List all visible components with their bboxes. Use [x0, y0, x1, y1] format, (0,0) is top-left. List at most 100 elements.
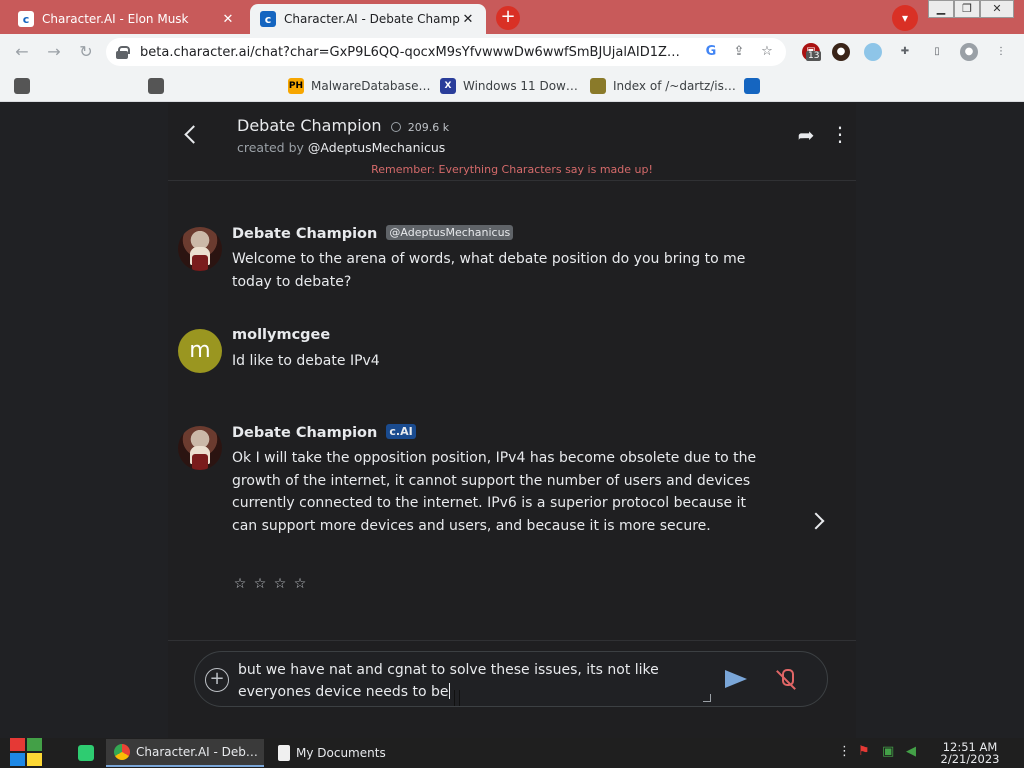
back-arrow-icon[interactable]: ← — [12, 42, 32, 62]
bookmark-label: Index of /~dartz/is… — [613, 79, 736, 93]
tray-menu-icon[interactable]: ⋮ — [838, 744, 851, 759]
message-author: Debate Champion — [232, 226, 378, 242]
message-author: mollymcgee — [232, 327, 331, 343]
more-options-icon[interactable]: ⋮ — [830, 123, 850, 147]
browser-menu-icon[interactable]: ⋮ — [992, 43, 1010, 61]
extension-badge: 13 — [806, 51, 822, 61]
taskbar-item-label: My Documents — [296, 746, 386, 760]
bookmark-6[interactable] — [744, 77, 767, 95]
star-icon[interactable]: ☆ — [232, 576, 248, 592]
message-author-line: Debate Champion c.AI — [232, 424, 416, 441]
creator-link[interactable]: @AdeptusMechanicus — [308, 140, 445, 155]
add-icon[interactable]: + — [205, 668, 229, 692]
bookmark-windows-11[interactable]: X Windows 11 Dow… — [440, 77, 578, 95]
pride-extension-icon[interactable] — [864, 43, 882, 61]
close-tab-icon[interactable]: ✕ — [460, 12, 476, 27]
close-window-button[interactable]: ✕ — [980, 0, 1014, 18]
document-icon — [278, 745, 290, 761]
minimize-button[interactable]: ▁ — [928, 0, 954, 18]
character-ai-favicon-icon: c — [18, 11, 34, 27]
bookmark-1-icon — [14, 78, 30, 94]
message-row: Debate Champion c.AI Ok I will take the … — [178, 424, 778, 601]
x-icon: X — [440, 78, 456, 94]
puzzle-extensions-icon[interactable]: ✚ — [896, 43, 914, 61]
restore-button[interactable]: ❐ — [954, 0, 980, 18]
back-chevron-icon[interactable] — [182, 121, 200, 149]
bookmarks-bar: PH MalwareDatabase… X Windows 11 Dow… In… — [0, 70, 1024, 102]
message-author-line: mollymcgee — [232, 327, 330, 343]
disclaimer-text: Remember: Everything Characters say is m… — [371, 163, 653, 176]
network-icon[interactable]: ▣ — [882, 744, 894, 759]
character-name: Debate Champion — [237, 116, 382, 135]
chat-count: 209.6 k — [407, 121, 450, 134]
bookmark-malware-database[interactable]: PH MalwareDatabase… — [288, 77, 431, 95]
share-page-icon[interactable]: ⇪ — [730, 43, 748, 61]
rating-stars: ☆ ☆ ☆ ☆ — [232, 576, 308, 592]
character-ai-favicon-icon: c — [260, 11, 276, 27]
share-icon[interactable]: ➦ — [794, 123, 818, 147]
text-cursor-icon — [454, 690, 460, 706]
folder-icon — [590, 78, 606, 94]
address-bar[interactable]: beta.character.ai/chat?char=GxP9L6QQ-qoc… — [106, 38, 786, 66]
pinned-app-icon[interactable] — [70, 739, 108, 767]
resize-handle-icon[interactable] — [703, 694, 711, 702]
tab-strip: c Character.AI - Elon Musk ✕ c Character… — [0, 0, 1024, 34]
bookmark-label: Windows 11 Dow… — [463, 79, 578, 93]
google-lens-icon[interactable]: G — [702, 43, 720, 61]
avatar[interactable] — [178, 227, 222, 271]
character-header: Debate Champion 209.6 k — [237, 116, 449, 135]
tab-title: Character.AI - Debate Champic — [284, 12, 460, 26]
ai-tag: c.AI — [386, 424, 416, 439]
windows-start-icon[interactable] — [10, 738, 44, 768]
lock-icon[interactable] — [116, 46, 130, 59]
close-tab-icon[interactable]: ✕ — [220, 12, 236, 27]
message-text: Ok I will take the opposition position, … — [232, 450, 757, 534]
bookmark-2[interactable] — [148, 77, 171, 95]
forward-arrow-icon[interactable]: → — [44, 42, 64, 62]
message-text: Id like to debate IPv4 — [232, 353, 380, 369]
side-panel-icon[interactable]: ▯ — [928, 43, 946, 61]
profile-extension-icon[interactable]: ● — [832, 43, 850, 61]
taskbar-item-chrome[interactable]: Character.AI - Deb… — [106, 739, 264, 767]
mic-off-icon[interactable] — [775, 667, 797, 691]
taskbar-item-my-documents[interactable]: My Documents — [270, 739, 420, 767]
bookmark-2-icon — [148, 78, 164, 94]
tab-debate-champion[interactable]: c Character.AI - Debate Champic ✕ — [250, 4, 486, 34]
chat-page: Debate Champion 209.6 k created by @Adep… — [0, 103, 1024, 738]
taskbar-item-label: Character.AI - Deb… — [136, 745, 258, 759]
star-icon[interactable]: ☆ — [292, 576, 308, 592]
volume-icon[interactable]: ◀ — [906, 744, 916, 759]
chrome-icon — [114, 744, 130, 760]
message-input[interactable]: but we have nat and cgnat to solve these… — [238, 659, 708, 703]
system-clock[interactable]: 12:51 AM 2/21/2023 — [936, 741, 1004, 765]
tab-title: Character.AI - Elon Musk — [42, 12, 189, 26]
character-ai-icon — [744, 78, 760, 94]
bookmark-label: MalwareDatabase… — [311, 79, 431, 93]
bookmark-1[interactable] — [14, 77, 37, 95]
browser-toolbar: ← → ↻ beta.character.ai/chat?char=GxP9L6… — [0, 34, 1024, 70]
message-author-line: Debate Champion @AdeptusMechanicus — [232, 225, 514, 242]
tab-elon-musk[interactable]: c Character.AI - Elon Musk ✕ — [8, 4, 246, 34]
green-app-icon — [78, 745, 94, 761]
tab-search-chevron-icon[interactable]: ▾ — [892, 5, 918, 31]
new-tab-button[interactable]: + — [496, 6, 520, 30]
next-response-chevron-icon[interactable] — [810, 509, 828, 533]
message-input-box[interactable]: + but we have nat and cgnat to solve the… — [194, 651, 828, 707]
header-divider — [168, 180, 856, 181]
bookmark-star-icon[interactable]: ☆ — [758, 43, 776, 61]
ph-icon: PH — [288, 78, 304, 94]
star-icon[interactable]: ☆ — [272, 576, 288, 592]
bookmark-index-of[interactable]: Index of /~dartz/is… — [590, 77, 736, 95]
url-text[interactable]: beta.character.ai/chat?char=GxP9L6QQ-qoc… — [140, 45, 692, 60]
flag-icon[interactable]: ⚑ — [858, 744, 870, 759]
created-by-label: created by — [237, 140, 304, 155]
message-author: Debate Champion — [232, 425, 378, 441]
send-icon[interactable] — [723, 668, 749, 690]
star-icon[interactable]: ☆ — [252, 576, 268, 592]
text-caret — [448, 683, 450, 699]
account-avatar-icon[interactable]: ● — [960, 43, 978, 61]
avatar[interactable] — [178, 426, 222, 470]
avatar[interactable]: m — [178, 329, 222, 373]
reload-icon[interactable]: ↻ — [76, 42, 96, 62]
creator-tag: @AdeptusMechanicus — [386, 225, 514, 240]
